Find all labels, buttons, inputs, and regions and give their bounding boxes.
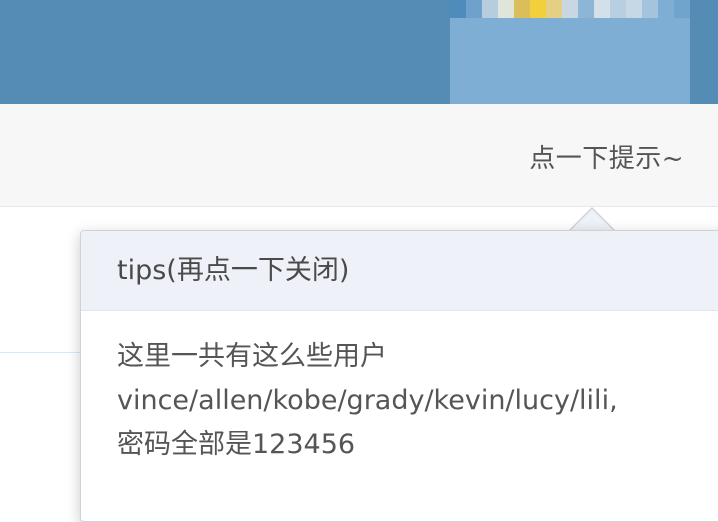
- show-tips-link[interactable]: 点一下提示~: [529, 138, 684, 175]
- popover-arrow-fill: [569, 209, 615, 232]
- popover-title[interactable]: tips(再点一下关闭): [81, 231, 718, 311]
- tips-popover: tips(再点一下关闭) 这里一共有这么些用户 vince/allen/kobe…: [80, 230, 718, 522]
- user-avatar-icon[interactable]: [450, 0, 690, 108]
- popover-line-password: 密码全部是123456: [117, 429, 356, 460]
- popover-body: 这里一共有这么些用户 vince/allen/kobe/grady/kevin/…: [117, 335, 717, 467]
- content-divider: [0, 352, 82, 353]
- popover-line-user-list: vince/allen/kobe/grady/kevin/lucy/lili,: [117, 385, 618, 416]
- popover-line-users-intro: 这里一共有这么些用户: [117, 341, 387, 372]
